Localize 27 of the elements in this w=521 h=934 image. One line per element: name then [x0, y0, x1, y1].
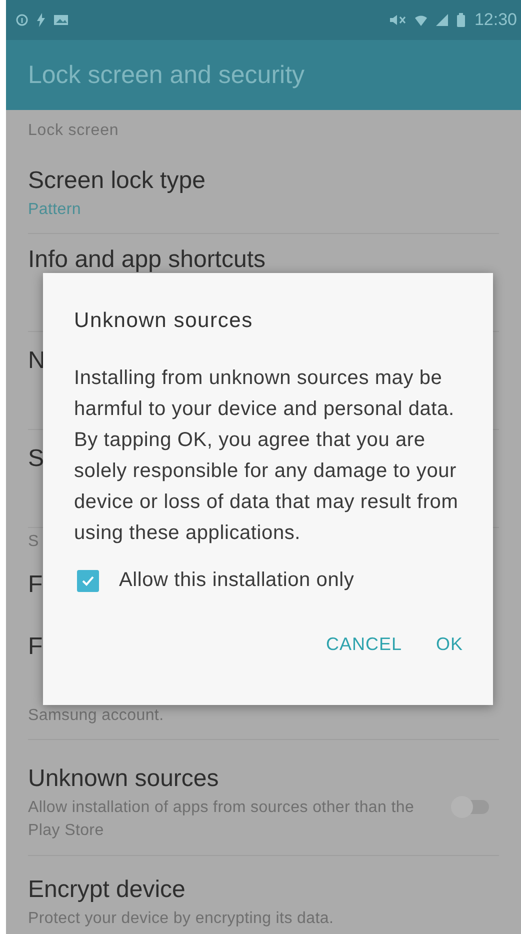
section-header: S: [28, 533, 40, 551]
dialog-title: Unknown sources: [74, 309, 254, 333]
section-header: Lock screen: [28, 122, 119, 140]
setting-summary: Allow installation of apps from sources other than the Play Store: [28, 798, 416, 841]
dialog-message: Installing from unknown sources may be harmful to your device and personal data. By tapping OK, you agree that you are solely responsible for any damage to your device or loss of data that may result from using these applications.: [74, 366, 459, 546]
setting-summary: Pattern: [28, 200, 81, 220]
check-icon: [81, 574, 95, 588]
info-icon: [16, 13, 28, 27]
setting-summary: Protect your device by encrypting its data.: [28, 909, 334, 929]
setting-title[interactable]: F: [28, 634, 43, 660]
checkbox[interactable]: [77, 570, 99, 592]
signal-icon: [436, 14, 448, 26]
image-icon: [54, 14, 68, 26]
setting-title[interactable]: Info and app shortcuts: [28, 247, 266, 273]
status-time: 12:30: [474, 10, 517, 30]
wifi-icon: [415, 14, 428, 26]
setting-title[interactable]: S: [28, 446, 44, 472]
mute-icon: [390, 14, 406, 26]
setting-title[interactable]: Encrypt device: [28, 877, 186, 903]
setting-title[interactable]: Screen lock type: [28, 168, 206, 194]
checkbox-label: Allow this installation only: [119, 569, 354, 592]
setting-title[interactable]: F: [28, 572, 43, 598]
screen-title: Lock screen and security: [28, 60, 305, 90]
setting-summary: Samsung account.: [28, 706, 164, 726]
setting-title[interactable]: Unknown sources: [28, 766, 219, 792]
battery-icon: [457, 13, 466, 27]
flash-icon: [37, 13, 45, 27]
